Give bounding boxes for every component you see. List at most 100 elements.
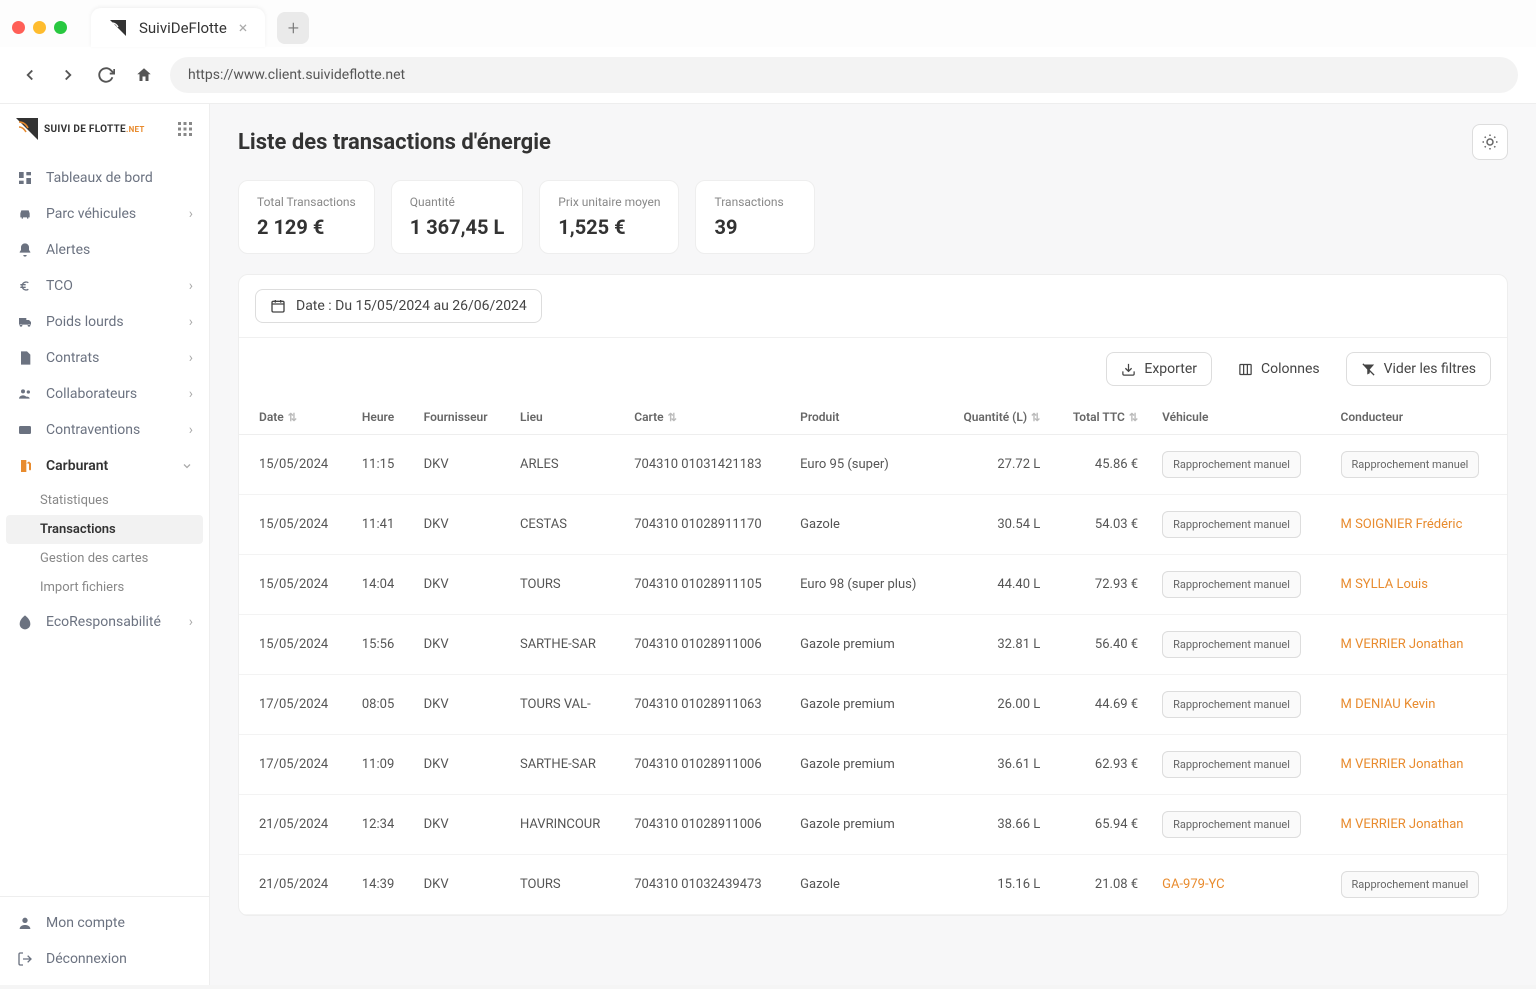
filter-off-icon xyxy=(1361,362,1376,377)
sidebar-item-eco[interactable]: EcoResponsabilité › xyxy=(0,604,209,640)
fuel-icon xyxy=(16,457,34,475)
manual-match-vehicle-button[interactable]: Rapprochement manuel xyxy=(1162,811,1301,838)
col-conducteur[interactable]: Conducteur xyxy=(1329,400,1507,435)
driver-link[interactable]: M SYLLA Louis xyxy=(1341,577,1428,592)
col-heure[interactable]: Heure xyxy=(350,400,412,435)
new-tab-button[interactable]: + xyxy=(277,12,309,44)
driver-link[interactable]: M VERRIER Jonathan xyxy=(1341,757,1464,772)
users-icon xyxy=(16,385,34,403)
manual-match-driver-button[interactable]: Rapprochement manuel xyxy=(1341,451,1480,478)
dashboard-icon xyxy=(16,169,34,187)
sidebar-logout[interactable]: Déconnexion xyxy=(0,941,209,977)
home-button[interactable] xyxy=(132,63,156,87)
cell-produit: Gazole premium xyxy=(788,735,942,795)
sidebar-item-fuel[interactable]: Carburant xyxy=(0,448,209,484)
columns-button[interactable]: Colonnes xyxy=(1224,352,1334,386)
cell-produit: Gazole premium xyxy=(788,795,942,855)
sidebar-item-tickets[interactable]: Contraventions › xyxy=(0,412,209,448)
cell-lieu: CESTAS xyxy=(508,495,622,555)
sidebar-item-label: Contrats xyxy=(46,350,177,366)
sidebar-item-contracts[interactable]: Contrats › xyxy=(0,340,209,376)
cell-date: 21/05/2024 xyxy=(239,795,350,855)
sidebar-sub-import[interactable]: Import fichiers xyxy=(0,573,209,602)
forward-button[interactable] xyxy=(56,63,80,87)
back-button[interactable] xyxy=(18,63,42,87)
manual-match-driver-button[interactable]: Rapprochement manuel xyxy=(1341,871,1480,898)
theme-toggle-button[interactable] xyxy=(1472,124,1508,160)
sidebar-item-tco[interactable]: TCO › xyxy=(0,268,209,304)
sort-icon: ⇅ xyxy=(288,411,297,424)
truck-icon xyxy=(16,313,34,331)
sidebar-item-trucks[interactable]: Poids lourds › xyxy=(0,304,209,340)
cell-vehicule: Rapprochement manuel xyxy=(1150,735,1328,795)
window-close[interactable] xyxy=(12,21,25,34)
export-button[interactable]: Exporter xyxy=(1106,352,1212,386)
manual-match-vehicle-button[interactable]: Rapprochement manuel xyxy=(1162,571,1301,598)
col-quantite[interactable]: Quantité (L)⇅ xyxy=(942,400,1052,435)
sidebar-account[interactable]: Mon compte xyxy=(0,905,209,941)
sidebar-item-alerts[interactable]: Alertes xyxy=(0,232,209,268)
url-bar[interactable]: https://www.client.suivideflotte.net xyxy=(170,57,1518,93)
clear-filters-button[interactable]: Vider les filtres xyxy=(1346,352,1491,386)
manual-match-vehicle-button[interactable]: Rapprochement manuel xyxy=(1162,451,1301,478)
cell-conducteur: Rapprochement manuel xyxy=(1329,855,1507,915)
cell-total: 54.03 € xyxy=(1052,495,1150,555)
cell-quantite: 32.81 L xyxy=(942,615,1052,675)
sidebar-item-vehicles[interactable]: Parc véhicules › xyxy=(0,196,209,232)
window-minimize[interactable] xyxy=(33,21,46,34)
document-icon xyxy=(16,349,34,367)
clear-filters-label: Vider les filtres xyxy=(1384,361,1476,377)
col-lieu[interactable]: Lieu xyxy=(508,400,622,435)
col-fournisseur[interactable]: Fournisseur xyxy=(412,400,508,435)
logo[interactable]: SUIVI DE FLOTTE.NET xyxy=(16,118,145,140)
manual-match-vehicle-button[interactable]: Rapprochement manuel xyxy=(1162,631,1301,658)
col-date[interactable]: Date⇅ xyxy=(239,400,350,435)
stat-value: 1,525 € xyxy=(558,215,660,239)
transactions-table: Date⇅ Heure Fournisseur Lieu Carte⇅ Prod… xyxy=(239,400,1507,915)
reload-button[interactable] xyxy=(94,63,118,87)
table-row: 21/05/202412:34DKVHAVRINCOUR704310 01028… xyxy=(239,795,1507,855)
table-row: 15/05/202414:04DKVTOURS704310 0102891110… xyxy=(239,555,1507,615)
cell-fournisseur: DKV xyxy=(412,675,508,735)
cell-vehicule: Rapprochement manuel xyxy=(1150,495,1328,555)
columns-label: Colonnes xyxy=(1261,361,1320,377)
sidebar-sub-transactions[interactable]: Transactions xyxy=(6,515,203,544)
sidebar-sub-stats[interactable]: Statistiques xyxy=(0,486,209,515)
window-maximize[interactable] xyxy=(54,21,67,34)
cell-carte: 704310 01028911006 xyxy=(622,795,788,855)
col-produit[interactable]: Produit xyxy=(788,400,942,435)
cell-heure: 08:05 xyxy=(350,675,412,735)
manual-match-vehicle-button[interactable]: Rapprochement manuel xyxy=(1162,751,1301,778)
manual-match-vehicle-button[interactable]: Rapprochement manuel xyxy=(1162,691,1301,718)
browser-tab[interactable]: SuiviDeFlotte × xyxy=(91,8,265,47)
driver-link[interactable]: M VERRIER Jonathan xyxy=(1341,637,1464,652)
sidebar-item-label: Tableaux de bord xyxy=(46,170,193,186)
cell-produit: Gazole premium xyxy=(788,615,942,675)
cell-carte: 704310 01031421183 xyxy=(622,435,788,495)
cell-carte: 704310 01028911006 xyxy=(622,735,788,795)
col-carte[interactable]: Carte⇅ xyxy=(622,400,788,435)
driver-link[interactable]: M SOIGNIER Frédéric xyxy=(1341,517,1463,532)
col-total[interactable]: Total TTC⇅ xyxy=(1052,400,1150,435)
cell-vehicule: GA-979-YC xyxy=(1150,855,1328,915)
browser-chrome: SuiviDeFlotte × + https://www.client.sui… xyxy=(0,0,1536,104)
vehicle-link[interactable]: GA-979-YC xyxy=(1162,877,1225,892)
cell-carte: 704310 01032439473 xyxy=(622,855,788,915)
sidebar-footer: Mon compte Déconnexion xyxy=(0,896,209,985)
cell-fournisseur: DKV xyxy=(412,555,508,615)
apps-grid-icon[interactable] xyxy=(177,121,193,137)
sidebar-item-dashboards[interactable]: Tableaux de bord xyxy=(0,160,209,196)
sidebar-sub-cards[interactable]: Gestion des cartes xyxy=(0,544,209,573)
driver-link[interactable]: M VERRIER Jonathan xyxy=(1341,817,1464,832)
tab-close-icon[interactable]: × xyxy=(239,18,248,37)
col-vehicule[interactable]: Véhicule xyxy=(1150,400,1328,435)
sidebar-item-label: Mon compte xyxy=(46,915,193,931)
manual-match-vehicle-button[interactable]: Rapprochement manuel xyxy=(1162,511,1301,538)
sidebar-item-collaborators[interactable]: Collaborateurs › xyxy=(0,376,209,412)
cell-heure: 11:41 xyxy=(350,495,412,555)
cell-quantite: 15.16 L xyxy=(942,855,1052,915)
cell-heure: 11:15 xyxy=(350,435,412,495)
date-filter-button[interactable]: Date : Du 15/05/2024 au 26/06/2024 xyxy=(255,289,542,323)
tab-favicon xyxy=(109,19,127,37)
driver-link[interactable]: M DENIAU Kevin xyxy=(1341,697,1436,712)
